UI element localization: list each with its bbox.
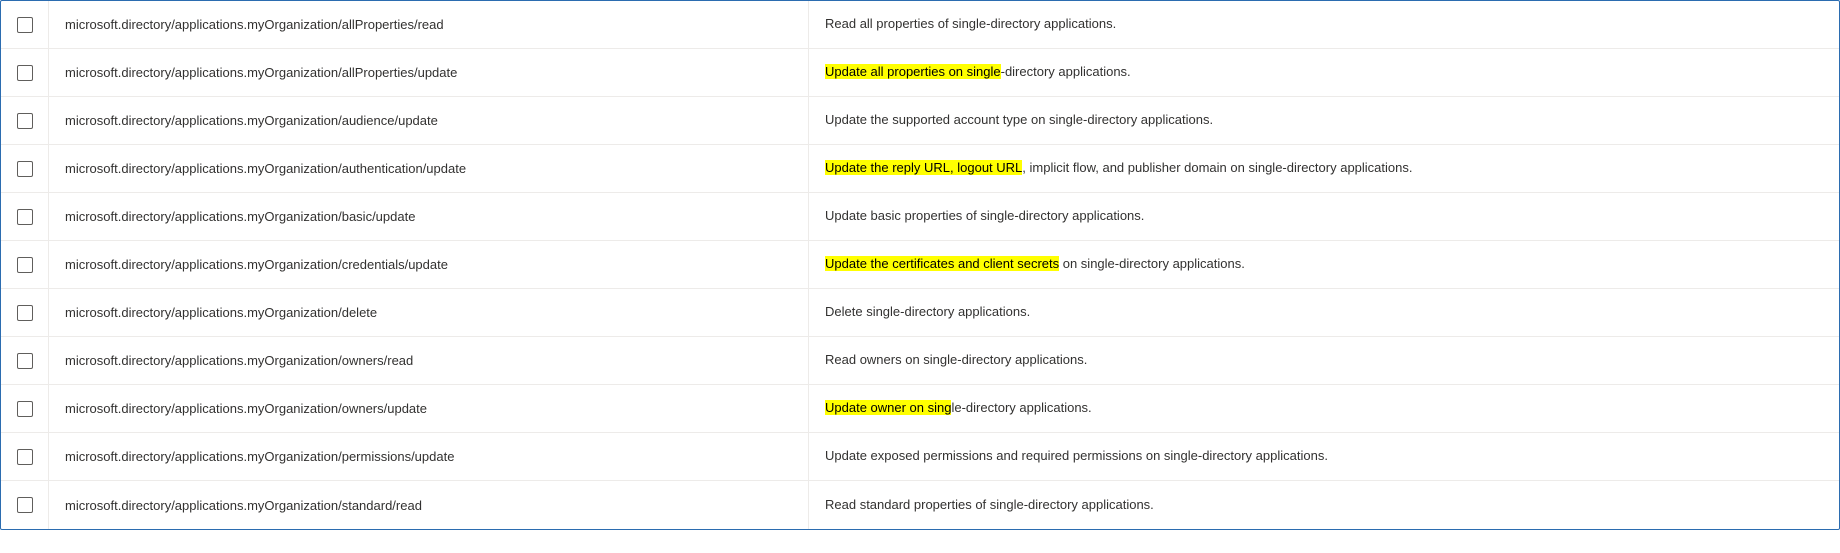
permission-description: Update the reply URL, logout URL, implic… (809, 145, 1839, 192)
plain-text: Update basic properties of single-direct… (825, 208, 1144, 223)
checkbox-cell (1, 289, 49, 336)
row-checkbox[interactable] (17, 161, 33, 177)
checkbox-cell (1, 145, 49, 192)
description-text: Update basic properties of single-direct… (825, 207, 1144, 225)
description-text: Read standard properties of single-direc… (825, 496, 1154, 514)
description-text: Update exposed permissions and required … (825, 447, 1328, 465)
permission-name: microsoft.directory/applications.myOrgan… (49, 385, 809, 432)
row-checkbox[interactable] (17, 305, 33, 321)
permission-name: microsoft.directory/applications.myOrgan… (49, 289, 809, 336)
table-row: microsoft.directory/applications.myOrgan… (1, 49, 1839, 97)
row-checkbox[interactable] (17, 17, 33, 33)
plain-text: le-directory applications. (951, 400, 1091, 415)
table-row: microsoft.directory/applications.myOrgan… (1, 289, 1839, 337)
description-text: Update the supported account type on sin… (825, 111, 1213, 129)
plain-text: Update the supported account type on sin… (825, 112, 1213, 127)
plain-text: Read owners on single-directory applicat… (825, 352, 1087, 367)
permission-name: microsoft.directory/applications.myOrgan… (49, 241, 809, 288)
description-text: Update all properties on single-director… (825, 63, 1131, 81)
table-row: microsoft.directory/applications.myOrgan… (1, 145, 1839, 193)
permission-name: microsoft.directory/applications.myOrgan… (49, 481, 809, 529)
checkbox-cell (1, 1, 49, 48)
highlighted-text: Update the reply URL, logout URL (825, 160, 1022, 175)
checkbox-cell (1, 337, 49, 384)
table-row: microsoft.directory/applications.myOrgan… (1, 97, 1839, 145)
highlighted-text: Update the certificates and client secre… (825, 256, 1059, 271)
plain-text: , implicit flow, and publisher domain on… (1022, 160, 1412, 175)
row-checkbox[interactable] (17, 497, 33, 513)
checkbox-cell (1, 433, 49, 480)
row-checkbox[interactable] (17, 353, 33, 369)
permission-description: Read standard properties of single-direc… (809, 481, 1839, 529)
table-row: microsoft.directory/applications.myOrgan… (1, 241, 1839, 289)
permission-name: microsoft.directory/applications.myOrgan… (49, 1, 809, 48)
permission-name: microsoft.directory/applications.myOrgan… (49, 337, 809, 384)
permissions-table: microsoft.directory/applications.myOrgan… (0, 0, 1840, 530)
permission-description: Update exposed permissions and required … (809, 433, 1839, 480)
permission-description: Read owners on single-directory applicat… (809, 337, 1839, 384)
description-text: Update the certificates and client secre… (825, 255, 1245, 273)
checkbox-cell (1, 49, 49, 96)
permission-description: Update the supported account type on sin… (809, 97, 1839, 144)
description-text: Read all properties of single-directory … (825, 15, 1116, 33)
plain-text: Delete single-directory applications. (825, 304, 1030, 319)
table-row: microsoft.directory/applications.myOrgan… (1, 481, 1839, 529)
permission-description: Update owner on single-directory applica… (809, 385, 1839, 432)
row-checkbox[interactable] (17, 209, 33, 225)
plain-text: Update exposed permissions and required … (825, 448, 1328, 463)
description-text: Delete single-directory applications. (825, 303, 1030, 321)
plain-text: -directory applications. (1001, 64, 1131, 79)
plain-text: Read all properties of single-directory … (825, 16, 1116, 31)
permission-description: Update the certificates and client secre… (809, 241, 1839, 288)
plain-text: Read standard properties of single-direc… (825, 497, 1154, 512)
table-row: microsoft.directory/applications.myOrgan… (1, 433, 1839, 481)
description-text: Update owner on single-directory applica… (825, 399, 1092, 417)
row-checkbox[interactable] (17, 449, 33, 465)
permission-name: microsoft.directory/applications.myOrgan… (49, 145, 809, 192)
row-checkbox[interactable] (17, 257, 33, 273)
row-checkbox[interactable] (17, 401, 33, 417)
checkbox-cell (1, 97, 49, 144)
description-text: Read owners on single-directory applicat… (825, 351, 1087, 369)
table-row: microsoft.directory/applications.myOrgan… (1, 337, 1839, 385)
table-row: microsoft.directory/applications.myOrgan… (1, 193, 1839, 241)
row-checkbox[interactable] (17, 113, 33, 129)
table-row: microsoft.directory/applications.myOrgan… (1, 1, 1839, 49)
checkbox-cell (1, 241, 49, 288)
permission-name: microsoft.directory/applications.myOrgan… (49, 97, 809, 144)
row-checkbox[interactable] (17, 65, 33, 81)
checkbox-cell (1, 385, 49, 432)
permission-name: microsoft.directory/applications.myOrgan… (49, 433, 809, 480)
highlighted-text: Update owner on sing (825, 400, 951, 415)
description-text: Update the reply URL, logout URL, implic… (825, 159, 1412, 177)
permission-name: microsoft.directory/applications.myOrgan… (49, 49, 809, 96)
highlighted-text: Update all properties on single (825, 64, 1001, 79)
table-row: microsoft.directory/applications.myOrgan… (1, 385, 1839, 433)
checkbox-cell (1, 193, 49, 240)
permission-description: Read all properties of single-directory … (809, 1, 1839, 48)
permission-description: Delete single-directory applications. (809, 289, 1839, 336)
checkbox-cell (1, 481, 49, 529)
plain-text: on single-directory applications. (1059, 256, 1245, 271)
permission-name: microsoft.directory/applications.myOrgan… (49, 193, 809, 240)
permission-description: Update all properties on single-director… (809, 49, 1839, 96)
permission-description: Update basic properties of single-direct… (809, 193, 1839, 240)
